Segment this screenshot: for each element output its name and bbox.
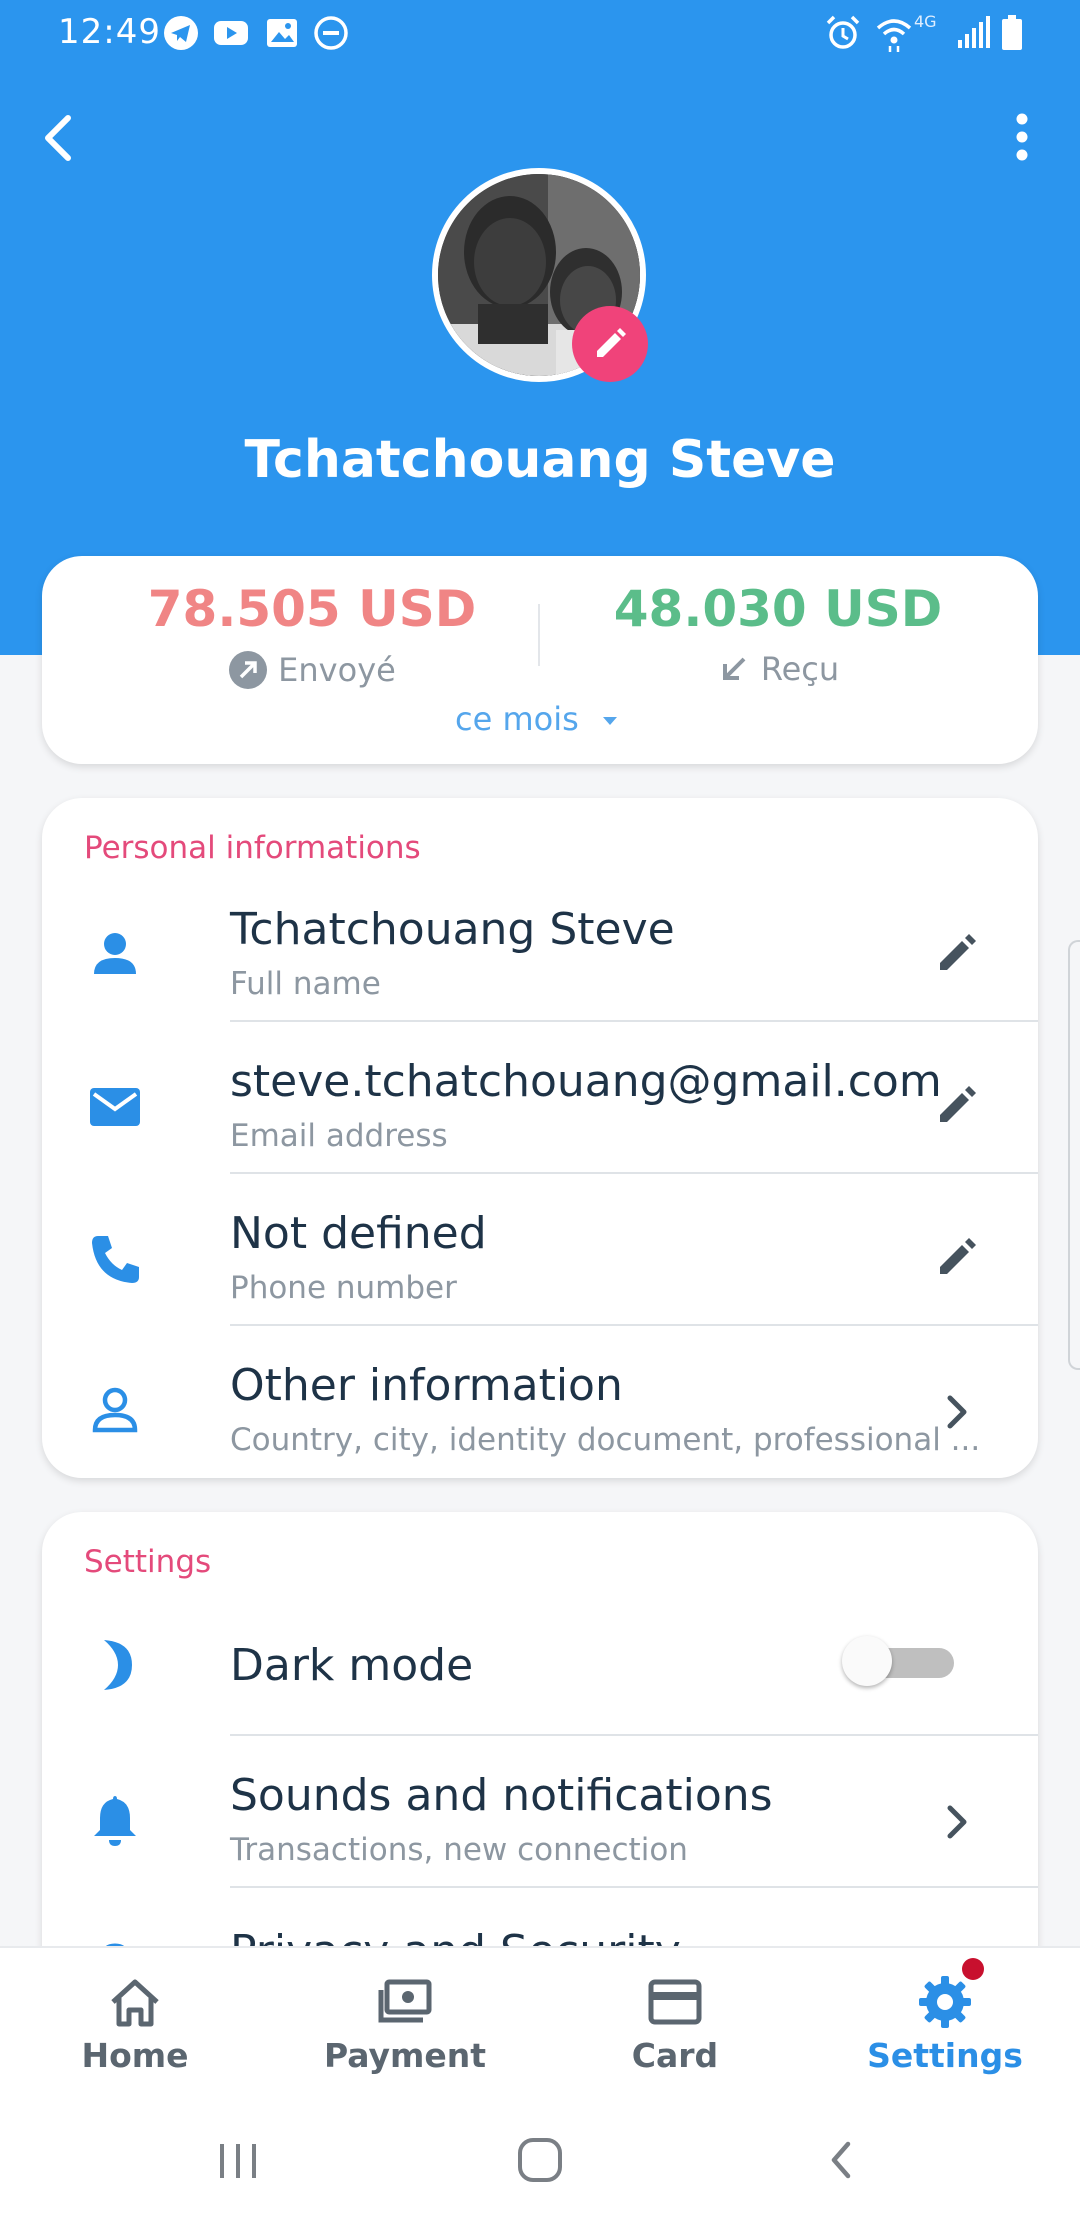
recent-apps-icon[interactable]: [206, 2136, 270, 2186]
edit-avatar-button[interactable]: [572, 306, 648, 382]
nav-settings[interactable]: Settings: [810, 1948, 1080, 2102]
more-vert-icon: [1016, 113, 1028, 161]
received-label: Reçu: [760, 650, 840, 688]
chevron-right-icon: [947, 1805, 967, 1839]
notification-dot: [962, 1958, 984, 1980]
dark-mode-toggle[interactable]: [842, 1636, 968, 1686]
person-outline-icon: [92, 1387, 138, 1433]
wifi-icon: [876, 19, 912, 52]
full-name-label: Full name: [230, 966, 381, 1002]
sounds-notifications-title: Sounds and notifications: [230, 1770, 773, 1821]
received-stat: 48.030 USD Reçu: [558, 580, 998, 688]
pencil-icon[interactable]: [928, 1230, 984, 1286]
email-value: steve.tchatchouang@gmail.com: [230, 1056, 942, 1107]
bell-icon: [94, 1796, 136, 1846]
divider: [230, 1886, 1038, 1888]
sent-amount: 78.505 USD: [147, 580, 477, 638]
chevron-right-icon: [947, 1395, 967, 1429]
profile-name: Tchatchouang Steve: [244, 430, 836, 490]
network-type: 4G: [914, 12, 937, 31]
status-time: 12:49: [58, 12, 161, 52]
dark-mode-label: Dark mode: [230, 1640, 474, 1691]
caret-down-icon: [602, 717, 617, 725]
arrow-down-left-icon: [722, 657, 746, 680]
pencil-icon: [597, 328, 626, 357]
list-item-full-name[interactable]: Tchatchouang Steve Full name: [42, 886, 1038, 1038]
nav-payment[interactable]: Payment: [270, 1948, 540, 2102]
chevron-left-icon: [45, 115, 71, 161]
period-selector[interactable]: ce mois: [42, 700, 1038, 738]
list-item-phone[interactable]: Not defined Phone number: [42, 1190, 1038, 1342]
nav-settings-label: Settings: [867, 2036, 1023, 2075]
scroll-indicator: [1068, 940, 1080, 1370]
mail-icon: [90, 1088, 140, 1126]
signal-icon: [958, 16, 990, 48]
nav-payment-label: Payment: [323, 2036, 487, 2075]
status-bar: 12:49 4G: [0, 0, 1080, 66]
home-button-icon[interactable]: [510, 2130, 570, 2190]
other-information-title: Other information: [230, 1360, 623, 1411]
personal-info-card: Personal informations Tchatchouang Steve…: [42, 798, 1038, 1478]
arrow-up-right-circle-icon: [229, 651, 268, 689]
stats-card: 78.505 USD Envoyé 48.030 USD Reçu ce moi…: [42, 556, 1038, 764]
bottom-navigation: Home Payment Card Settings: [0, 1946, 1080, 2100]
alarm-icon: [826, 15, 860, 49]
home-icon: [111, 1979, 159, 2027]
telegram-icon: [164, 16, 198, 50]
gallery-icon: [267, 19, 297, 47]
credit-card-icon: [648, 1979, 702, 2025]
nav-card[interactable]: Card: [540, 1948, 810, 2102]
divider: [230, 1324, 1038, 1326]
nav-card-label: Card: [631, 2036, 719, 2075]
stats-divider: [538, 604, 540, 666]
sent-stat: 78.505 USD Envoyé: [92, 580, 532, 690]
gear-icon: [919, 1976, 971, 2028]
more-options-button[interactable]: [996, 104, 1048, 174]
full-name-value: Tchatchouang Steve: [230, 904, 675, 955]
divider: [230, 1734, 1038, 1736]
system-navigation-bar: [0, 2100, 1080, 2220]
moon-icon: [104, 1640, 132, 1690]
system-back-icon[interactable]: [814, 2132, 870, 2188]
received-amount: 48.030 USD: [613, 580, 943, 638]
list-item-email[interactable]: steve.tchatchouang@gmail.com Email addre…: [42, 1038, 1038, 1190]
pencil-icon[interactable]: [928, 1078, 984, 1134]
sent-label: Envoyé: [278, 651, 396, 689]
divider: [230, 1172, 1038, 1174]
email-label: Email address: [230, 1118, 448, 1154]
payment-icon: [378, 1979, 432, 2023]
settings-section-title: Settings: [84, 1544, 212, 1580]
nav-home-label: Home: [81, 2036, 189, 2075]
phone-icon: [92, 1236, 139, 1283]
list-item-other-information[interactable]: Other information Country, city, identit…: [42, 1342, 1038, 1494]
youtube-icon: [214, 21, 248, 45]
personal-section-title: Personal informations: [84, 830, 421, 866]
person-icon: [94, 933, 136, 974]
phone-label: Phone number: [230, 1270, 457, 1306]
other-information-subtitle: Country, city, identity document, profes…: [230, 1422, 981, 1458]
list-item-sounds-notifications[interactable]: Sounds and notifications Transactions, n…: [42, 1752, 1038, 1904]
battery-icon: [1002, 15, 1022, 50]
do-not-disturb-icon: [314, 16, 348, 50]
divider: [230, 1020, 1038, 1022]
toggle-knob: [842, 1636, 892, 1686]
nav-home[interactable]: Home: [0, 1948, 270, 2102]
period-label: ce mois: [455, 700, 579, 738]
pencil-icon[interactable]: [928, 926, 984, 982]
sounds-notifications-subtitle: Transactions, new connection: [230, 1832, 688, 1868]
phone-value: Not defined: [230, 1208, 487, 1259]
back-button[interactable]: [30, 100, 90, 176]
